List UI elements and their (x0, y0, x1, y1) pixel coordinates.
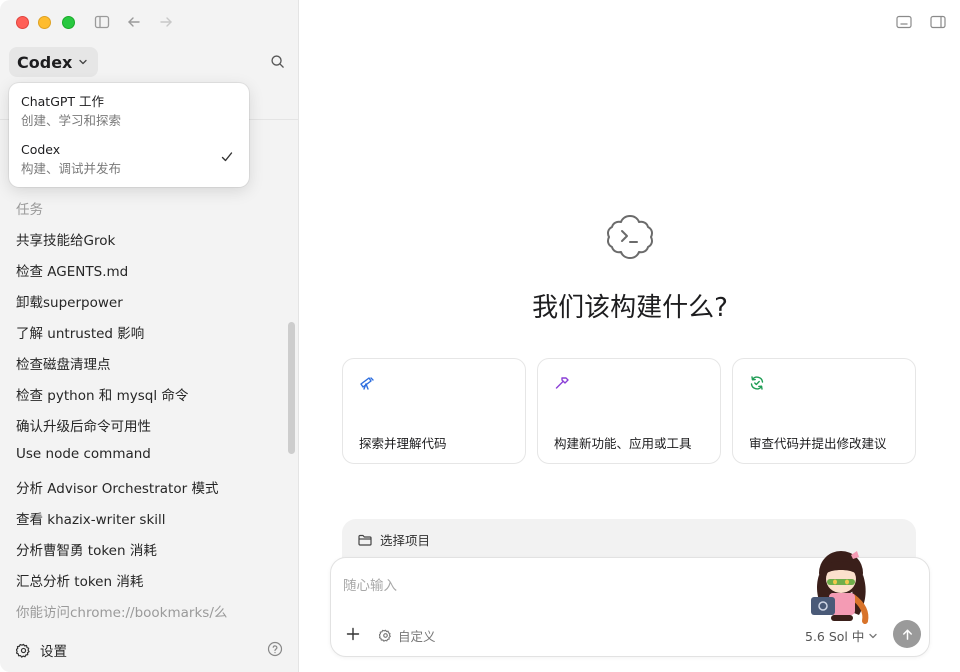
task-item[interactable]: 你能访问chrome://bookmarks/么 (16, 601, 286, 621)
task-item[interactable]: 汇总分析 token 消耗 (16, 570, 286, 590)
app-window: Codex 任务 共享技能给Grok 检查 AGENTS.md 卸载superp… (0, 0, 960, 672)
folder-icon (358, 534, 372, 546)
suggestion-card-build[interactable]: 构建新功能、应用或工具 (537, 358, 721, 464)
minimize-window-button[interactable] (38, 16, 51, 29)
customize-button[interactable]: 自定义 (379, 626, 436, 645)
checkmark-icon (221, 152, 233, 162)
sidebar-toggle-icon[interactable] (94, 14, 110, 30)
settings-button[interactable]: 设置 (16, 640, 67, 660)
chevron-down-icon (869, 633, 878, 638)
app-switcher-menu: ChatGPT 工作 创建、学习和探索 Codex 构建、调试并发布 (9, 83, 249, 187)
settings-label: 设置 (40, 644, 67, 660)
zoom-window-button[interactable] (62, 16, 75, 29)
right-panel-toggle-icon[interactable] (930, 15, 946, 29)
menu-item-subtitle: 构建、调试并发布 (21, 161, 122, 176)
task-item[interactable]: 了解 untrusted 影响 (16, 322, 286, 342)
gear-icon (379, 629, 391, 642)
telescope-icon (360, 377, 374, 390)
main-panel: 我们该构建什么? 探索并理解代码 构建新功能、应用或工具 审查代码并提出修改建议… (300, 0, 960, 672)
terminal-panel-icon[interactable] (896, 15, 912, 29)
chevron-down-icon (79, 59, 88, 65)
project-selector-label: 选择项目 (380, 533, 431, 548)
tasks-section-header: 任务 (16, 202, 43, 218)
page-title: 我们该构建什么? (532, 293, 728, 323)
task-item[interactable]: 确认升级后命令可用性 (16, 415, 286, 435)
task-item[interactable]: Use node command (16, 446, 286, 462)
gear-icon (16, 643, 30, 658)
task-item[interactable]: 分析曹智勇 token 消耗 (16, 539, 286, 559)
forward-arrow-icon[interactable] (158, 14, 174, 30)
hammer-icon (555, 377, 569, 389)
refresh-check-icon (750, 376, 764, 390)
suggestion-card-explore[interactable]: 探索并理解代码 (342, 358, 526, 464)
task-item[interactable]: 分析 Advisor Orchestrator 模式 (16, 477, 286, 497)
task-item[interactable]: 检查磁盘清理点 (16, 353, 286, 373)
app-switcher-label: Codex (17, 52, 73, 72)
close-window-button[interactable] (16, 16, 29, 29)
model-label: 5.6 Sol 中 (805, 629, 865, 644)
back-arrow-icon[interactable] (126, 14, 142, 30)
composer-input[interactable]: 随心输入 (343, 574, 397, 594)
model-selector[interactable]: 5.6 Sol 中 (805, 626, 878, 645)
task-item[interactable]: 共享技能给Grok (16, 229, 286, 249)
search-icon[interactable] (270, 54, 285, 69)
menu-item-subtitle: 创建、学习和探索 (21, 113, 122, 128)
help-icon[interactable] (267, 641, 283, 657)
menu-item-codex[interactable]: Codex 构建、调试并发布 (21, 141, 237, 181)
send-button[interactable] (893, 620, 921, 648)
mascot-sticker-icon (811, 551, 869, 624)
task-item[interactable]: 检查 python 和 mysql 命令 (16, 384, 286, 404)
card-label: 探索并理解代码 (359, 436, 447, 451)
codex-logo-icon (607, 215, 653, 259)
task-item[interactable]: 卸载superpower (16, 291, 286, 311)
card-label: 审查代码并提出修改建议 (749, 436, 887, 451)
task-item[interactable]: 检查 AGENTS.md (16, 260, 286, 280)
plus-icon[interactable] (346, 627, 360, 641)
app-switcher-button[interactable]: Codex (9, 47, 99, 77)
menu-item-title: Codex (21, 142, 61, 157)
menu-item-title: ChatGPT 工作 (21, 94, 105, 109)
arrow-up-icon (902, 629, 912, 640)
customize-label: 自定义 (398, 629, 436, 644)
task-item[interactable]: 查看 khazix-writer skill (16, 508, 286, 528)
menu-item-chatgpt-work[interactable]: ChatGPT 工作 创建、学习和探索 (21, 93, 237, 133)
sidebar-scrollbar[interactable] (288, 322, 295, 454)
suggestion-card-review[interactable]: 审查代码并提出修改建议 (732, 358, 916, 464)
card-label: 构建新功能、应用或工具 (554, 436, 692, 451)
